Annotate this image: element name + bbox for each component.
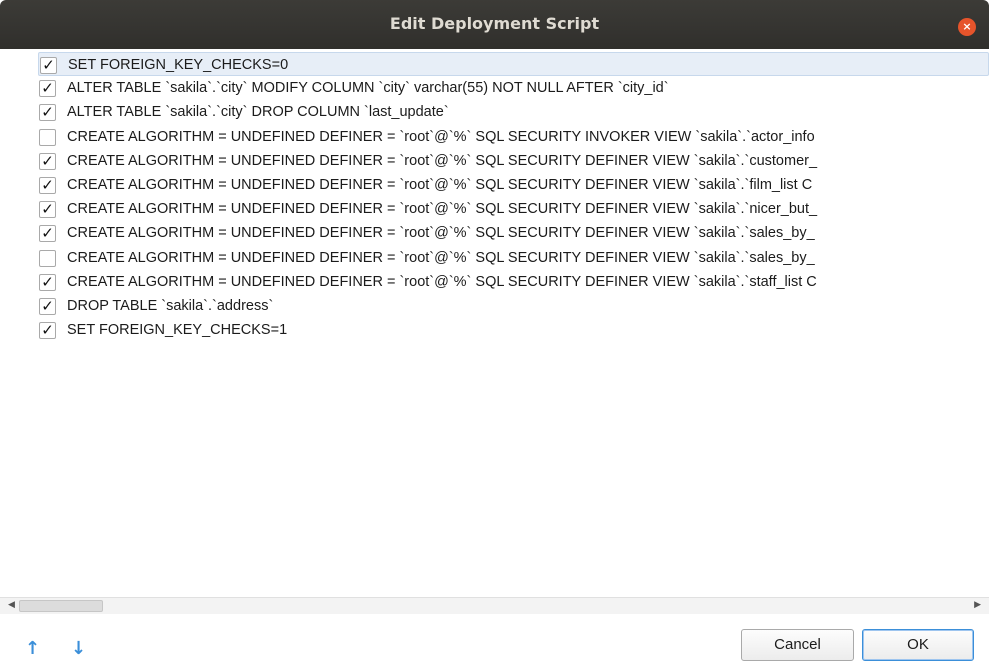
statement-checkbox[interactable]: ✓	[39, 273, 56, 291]
statement-text: CREATE ALGORITHM = UNDEFINED DEFINER = `…	[67, 225, 815, 242]
dialog-footer: ↑ ↓ Cancel OK	[0, 614, 989, 669]
script-statement-row[interactable]: ✓ CREATE ALGORITHM = UNDEFINED DEFINER = …	[38, 270, 989, 294]
statement-text: CREATE ALGORITHM = UNDEFINED DEFINER = `…	[67, 152, 818, 169]
dialog-title: Edit Deployment Script	[389, 14, 600, 33]
script-statement-row[interactable]: ✓ ALTER TABLE `sakila`.`city` DROP COLUMN…	[38, 100, 989, 124]
statement-text: SET FOREIGN_KEY_CHECKS=1	[67, 322, 288, 339]
statement-checkbox[interactable]: ✓	[39, 80, 56, 98]
title-bar[interactable]: Edit Deployment Script ×	[0, 0, 989, 49]
script-statement-list[interactable]: ✓ SET FOREIGN_KEY_CHECKS=0 ✓ ALTER TABLE `s…	[38, 49, 989, 596]
script-statement-row[interactable]: CREATE ALGORITHM = UNDEFINED DEFINER = `…	[38, 125, 989, 149]
script-statement-row[interactable]: ✓ CREATE ALGORITHM = UNDEFINED DEFINER = …	[38, 173, 989, 197]
horizontal-scrollbar[interactable]: ◀ ▶	[0, 597, 989, 614]
script-statement-row[interactable]: ✓ CREATE ALGORITHM = UNDEFINED DEFINER = …	[38, 197, 989, 221]
ok-button[interactable]: OK	[862, 629, 974, 661]
statement-text: CREATE ALGORITHM = UNDEFINED DEFINER = `…	[67, 128, 815, 145]
statement-checkbox[interactable]	[39, 249, 56, 267]
deployment-script-dialog: Edit Deployment Script × ✓ SET FOREIGN_KE…	[0, 0, 989, 669]
script-statement-row[interactable]: ✓ SET FOREIGN_KEY_CHECKS=0	[38, 52, 989, 76]
close-button[interactable]: ×	[958, 18, 976, 36]
scroll-right-arrow-icon[interactable]: ▶	[974, 600, 981, 610]
statement-text: ALTER TABLE `sakila`.`city` DROP COLUMN …	[67, 104, 449, 121]
move-up-arrow-icon[interactable]: ↑	[25, 638, 40, 659]
statement-checkbox[interactable]: ✓	[39, 225, 56, 243]
statement-text: SET FOREIGN_KEY_CHECKS=0	[68, 57, 289, 73]
script-statement-row[interactable]: CREATE ALGORITHM = UNDEFINED DEFINER = `…	[38, 246, 989, 270]
statement-checkbox[interactable]: ✓	[39, 201, 56, 219]
script-statement-row[interactable]: ✓ CREATE ALGORITHM = UNDEFINED DEFINER = …	[38, 149, 989, 173]
script-statement-row[interactable]: ✓ DROP TABLE `sakila`.`address`	[38, 294, 989, 318]
statement-checkbox[interactable]: ✓	[39, 152, 56, 170]
statement-checkbox[interactable]: ✓	[39, 298, 56, 315]
scroll-left-arrow-icon[interactable]: ◀	[8, 600, 15, 610]
statement-checkbox[interactable]: ✓	[39, 322, 56, 340]
move-down-arrow-icon[interactable]: ↓	[71, 638, 86, 659]
scrollbar-thumb[interactable]	[19, 600, 103, 612]
script-statement-row[interactable]: ✓ CREATE ALGORITHM = UNDEFINED DEFINER = …	[38, 221, 989, 245]
statement-checkbox[interactable]: ✓	[39, 177, 56, 194]
statement-checkbox[interactable]	[39, 128, 56, 146]
statement-text: ALTER TABLE `sakila`.`city` MODIFY COLUM…	[67, 80, 669, 97]
script-statement-row[interactable]: ✓ ALTER TABLE `sakila`.`city` MODIFY COLU…	[38, 76, 989, 100]
statement-text: CREATE ALGORITHM = UNDEFINED DEFINER = `…	[67, 177, 813, 193]
cancel-button[interactable]: Cancel	[741, 629, 854, 661]
statement-checkbox[interactable]: ✓	[39, 104, 56, 122]
statement-text: DROP TABLE `sakila`.`address`	[67, 298, 274, 314]
statement-text: CREATE ALGORITHM = UNDEFINED DEFINER = `…	[67, 273, 817, 290]
statement-text: CREATE ALGORITHM = UNDEFINED DEFINER = `…	[67, 249, 815, 266]
statement-text: CREATE ALGORITHM = UNDEFINED DEFINER = `…	[67, 201, 818, 218]
script-statement-row[interactable]: ✓ SET FOREIGN_KEY_CHECKS=1	[38, 318, 989, 342]
statement-checkbox[interactable]: ✓	[40, 57, 57, 74]
